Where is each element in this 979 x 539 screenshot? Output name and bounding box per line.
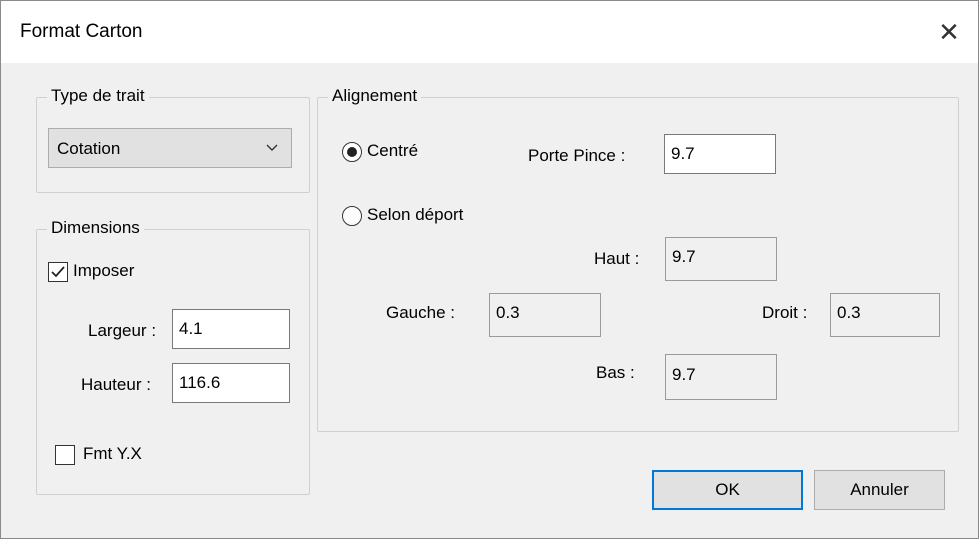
ok-button[interactable]: OK [652, 470, 803, 510]
droit-input[interactable]: 0.3 [830, 293, 940, 337]
haut-label: Haut : [594, 249, 640, 268]
alignement-label: Alignement [328, 86, 422, 106]
bas-label: Bas : [596, 363, 635, 382]
porte-pince-label: Porte Pince : [528, 146, 626, 165]
selon-deport-radio[interactable] [342, 206, 362, 226]
type-de-trait-value: Cotation [57, 139, 121, 158]
annuler-button[interactable]: Annuler [814, 470, 945, 510]
largeur-input[interactable]: 4.1 [172, 309, 290, 349]
title-bar[interactable]: Format Carton ✕ [1, 1, 978, 63]
selon-deport-label: Selon déport [367, 205, 464, 224]
fmt-yx-checkbox[interactable] [55, 445, 75, 465]
fmt-yx-label: Fmt Y.X [83, 444, 142, 463]
gauche-input[interactable]: 0.3 [489, 293, 601, 337]
format-carton-dialog: Format Carton ✕ Type de trait Cotation D… [0, 0, 979, 539]
checkmark-icon [51, 266, 65, 278]
imposer-label: Imposer [73, 261, 135, 280]
imposer-checkbox[interactable] [48, 262, 68, 282]
hauteur-label: Hauteur : [81, 375, 151, 394]
haut-input[interactable]: 9.7 [665, 237, 777, 281]
centre-radio[interactable] [342, 142, 362, 162]
porte-pince-input[interactable]: 9.7 [664, 134, 776, 174]
dimensions-label: Dimensions [47, 218, 144, 238]
chevron-down-icon [266, 144, 278, 151]
type-de-trait-label: Type de trait [47, 86, 149, 106]
close-icon[interactable]: ✕ [931, 15, 967, 49]
largeur-label: Largeur : [88, 321, 157, 340]
centre-label: Centré [367, 141, 419, 160]
gauche-label: Gauche : [386, 303, 455, 322]
type-de-trait-select[interactable]: Cotation [48, 128, 292, 168]
hauteur-input[interactable]: 116.6 [172, 363, 290, 403]
droit-label: Droit : [762, 303, 808, 322]
dialog-title: Format Carton [20, 21, 143, 42]
bas-input[interactable]: 9.7 [665, 354, 777, 400]
